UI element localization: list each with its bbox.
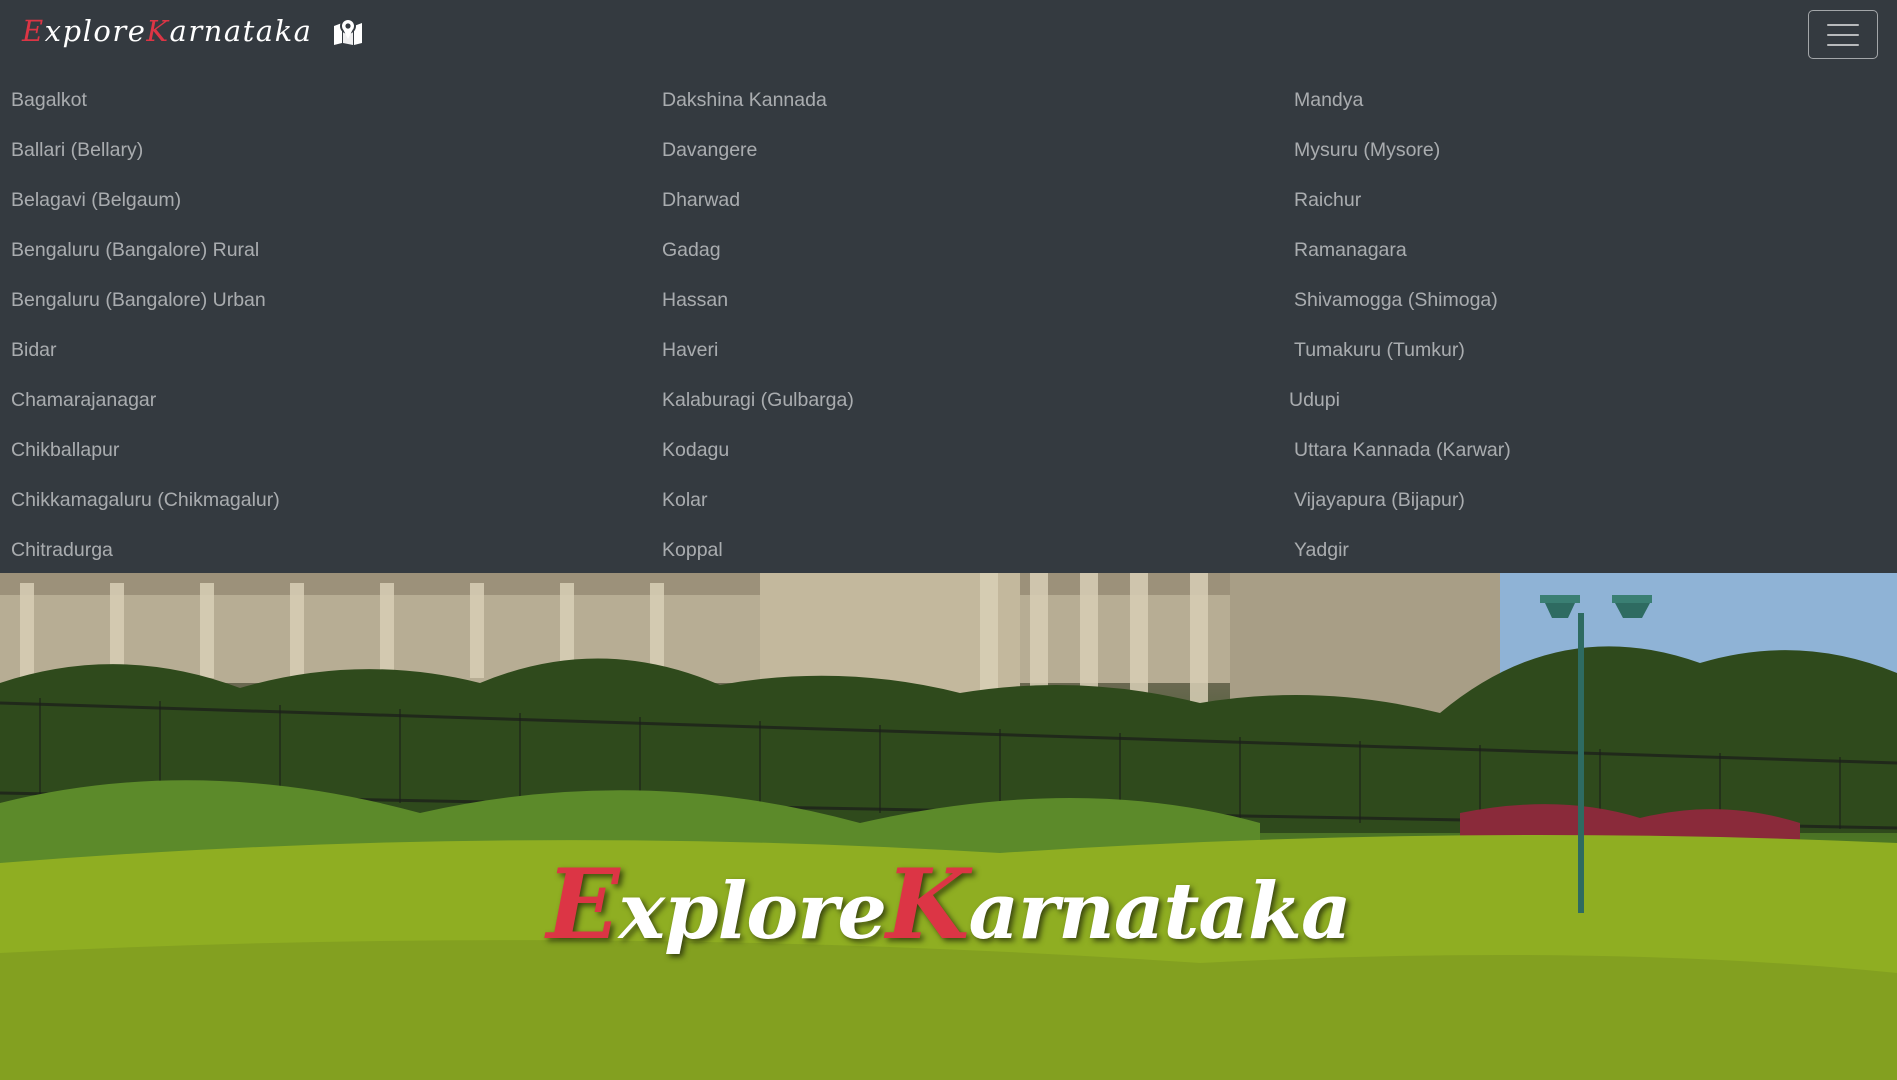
district-link[interactable]: Chitradurga xyxy=(11,525,280,575)
district-link[interactable]: Kolar xyxy=(662,475,854,525)
district-link[interactable]: Bidar xyxy=(11,325,280,375)
district-link[interactable]: Bengaluru (Bangalore) Urban xyxy=(11,275,280,325)
district-link[interactable]: Tumakuru (Tumkur) xyxy=(1294,325,1511,375)
district-link[interactable]: Hassan xyxy=(662,275,854,325)
map-marked-icon xyxy=(332,17,364,45)
hero-title-text-xplore: xplore xyxy=(618,866,887,957)
district-link[interactable]: Kodagu xyxy=(662,425,854,475)
district-link[interactable]: Raichur xyxy=(1294,175,1511,225)
hamburger-menu-icon-line xyxy=(1827,33,1859,36)
district-link[interactable]: Ramanagara xyxy=(1294,225,1511,275)
district-link[interactable]: Gadag xyxy=(662,225,854,275)
hero-title-text-arnataka: arnataka xyxy=(968,866,1351,957)
district-link[interactable]: Mandya xyxy=(1294,75,1511,125)
district-link[interactable]: Chikkamagaluru (Chikmagalur) xyxy=(11,475,280,525)
hero-title-initial-e: E xyxy=(546,848,619,961)
hero-title-initial-k: K xyxy=(886,848,969,961)
district-column-2: Dakshina Kannada Davangere Dharwad Gadag… xyxy=(662,75,854,575)
district-link[interactable]: Davangere xyxy=(662,125,854,175)
district-link[interactable]: Bengaluru (Bangalore) Rural xyxy=(11,225,280,275)
hero-background-image xyxy=(0,573,1897,1080)
hamburger-menu-icon-line xyxy=(1827,23,1859,26)
district-link[interactable]: Ballari (Bellary) xyxy=(11,125,280,175)
district-link[interactable]: Shivamogga (Shimoga) xyxy=(1294,275,1511,325)
hamburger-menu-icon-line xyxy=(1827,43,1859,46)
hero-banner: ExploreKarnataka xyxy=(0,573,1897,1080)
district-link[interactable]: Dharwad xyxy=(662,175,854,225)
district-link[interactable]: Haveri xyxy=(662,325,854,375)
brand-initial-k: K xyxy=(146,14,170,48)
district-link[interactable]: Chamarajanagar xyxy=(11,375,280,425)
brand-logo[interactable]: Explore Karnataka xyxy=(22,10,364,52)
district-link[interactable]: Mysuru (Mysore) xyxy=(1294,125,1511,175)
hero-title: ExploreKarnataka xyxy=(0,848,1897,961)
district-link[interactable]: Udupi xyxy=(1289,375,1511,425)
district-link[interactable]: Dakshina Kannada xyxy=(662,75,854,125)
district-column-3: Mandya Mysuru (Mysore) Raichur Ramanagar… xyxy=(1289,75,1511,575)
district-link[interactable]: Koppal xyxy=(662,525,854,575)
district-link[interactable]: Chikballapur xyxy=(11,425,280,475)
district-link[interactable]: Yadgir xyxy=(1294,525,1511,575)
navbar: Explore Karnataka Bagalkot Ballari (Bella… xyxy=(0,0,1897,573)
district-link[interactable]: Belagavi (Belgaum) xyxy=(11,175,280,225)
district-column-1: Bagalkot Ballari (Bellary) Belagavi (Bel… xyxy=(11,75,280,575)
district-link[interactable]: Bagalkot xyxy=(11,75,280,125)
district-link[interactable]: Vijayapura (Bijapur) xyxy=(1294,475,1511,525)
brand-text-arnataka: arnataka xyxy=(169,14,313,48)
brand-initial-e: E xyxy=(22,14,45,48)
navbar-toggler-button[interactable] xyxy=(1808,10,1878,59)
brand-text-xplore: xplore xyxy=(44,14,147,48)
district-link[interactable]: Uttara Kannada (Karwar) xyxy=(1294,425,1511,475)
district-link[interactable]: Kalaburagi (Gulbarga) xyxy=(662,375,854,425)
